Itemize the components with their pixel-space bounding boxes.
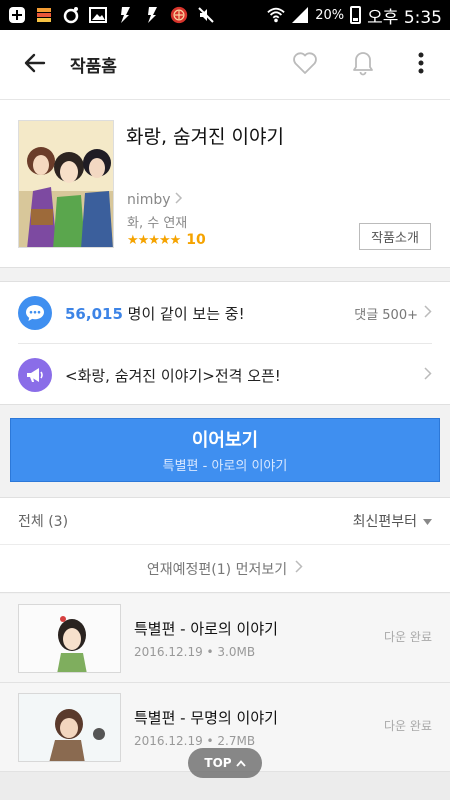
rating-stars: ★★★★★ [127,232,181,248]
serial-schedule: 화, 수 연재 [127,216,188,231]
watching-suffix: 명이 같이 보는 중! [122,304,245,323]
watching-count: 56,015 [65,304,123,323]
heart-icon [292,51,318,79]
signal-icon [291,6,309,24]
chevron-right-icon [295,560,303,577]
author-link[interactable]: nimby [127,192,183,208]
mute-icon [197,6,215,24]
more-vert-icon [418,51,424,79]
notice-card: 56,015 명이 같이 보는 중! 댓글 500+ <화랑, 숨겨진 이야기>… [0,281,450,405]
continue-label: 이어보기 [191,430,259,451]
caret-down-icon [423,513,432,529]
episode-row[interactable]: 특별편 - 아로의 이야기 2016.12.19 • 3.0MB 다운 완료 [0,594,450,683]
chevron-right-icon [424,304,432,322]
episode-title: 특별편 - 무명의 이야기 [134,709,278,727]
announcement-text: <화랑, 숨겨진 이야기>전격 오픈! [65,366,281,385]
stack-icon [35,6,53,24]
rating: ★★★★★ 10 [127,232,206,248]
episode-total: 전체 (3) [18,514,69,530]
chevron-right-icon [175,192,183,208]
chat-bubble-icon [18,296,52,330]
app-badge-icon [170,6,188,24]
plus-square-icon [8,6,26,24]
download-status: 다운 완료 [384,719,432,733]
back-button[interactable] [0,30,70,100]
battery-icon [350,6,362,24]
episode-title: 특별편 - 아로의 이야기 [134,620,278,638]
image-icon [89,6,107,24]
page-title: 작품홈 [70,57,117,77]
back-arrow-icon [23,51,47,79]
continue-reading-button[interactable]: 이어보기 특별편 - 아로의 이야기 [10,418,440,482]
episode-list-header: 전체 (3) 최신편부터 [0,497,450,545]
sort-dropdown[interactable]: 최신편부터 [353,511,432,531]
top-label: TOP [204,756,232,770]
bolt-icon [143,6,161,24]
work-cover-image[interactable] [18,120,114,248]
work-title: 화랑, 숨겨진 이야기 [126,126,284,148]
watching-row[interactable]: 56,015 명이 같이 보는 중! 댓글 500+ [0,282,450,344]
comments-link[interactable]: 댓글 500+ [354,304,432,323]
upcoming-preview-label: 연재예정편(1) 먼저보기 [146,561,288,578]
episode-thumbnail [18,604,121,673]
announcement-row[interactable]: <화랑, 숨겨진 이야기>전격 오픈! [0,344,450,406]
episode-thumbnail [18,693,121,762]
wifi-icon [267,6,285,24]
status-time: 오후 5:35 [367,7,442,28]
app-bar: 작품홈 [0,30,450,100]
work-info-panel: 화랑, 숨겨진 이야기 nimby 화, 수 연재 ★★★★★ 10 작품소개 [0,100,450,268]
author-name: nimby [127,192,171,208]
rating-score: 10 [186,232,206,248]
sort-label: 최신편부터 [352,514,417,530]
watching-text: 56,015 명이 같이 보는 중! [65,303,245,324]
upcoming-preview-link[interactable]: 연재예정편(1) 먼저보기 [0,545,450,593]
scroll-top-button[interactable]: TOP [188,748,262,778]
episode-meta: 2016.12.19 • 3.0MB [134,645,256,659]
work-intro-button[interactable]: 작품소개 [359,223,431,250]
notification-button[interactable] [334,30,392,100]
continue-episode: 특별편 - 아로의 이야기 [162,459,288,474]
chevron-right-icon [424,366,432,384]
status-bar: 20% 오후 5:35 [0,0,450,30]
caret-up-icon [235,756,246,770]
battery-percent: 20% [315,7,345,23]
bell-icon [351,50,375,80]
circle-ring-icon [62,6,80,24]
download-status: 다운 완료 [384,630,432,644]
favorite-button[interactable] [276,30,334,100]
megaphone-icon [18,358,52,392]
more-menu-button[interactable] [392,30,450,100]
comments-count: 댓글 500+ [354,307,418,323]
bolt-icon [116,6,134,24]
episode-meta: 2016.12.19 • 2.7MB [134,734,256,748]
